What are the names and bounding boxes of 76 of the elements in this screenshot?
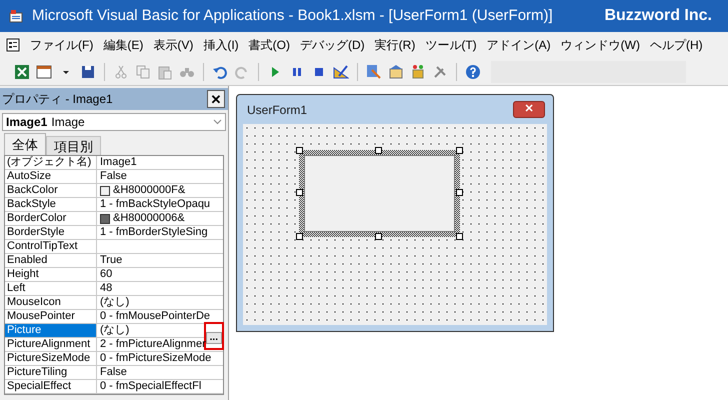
property-value: 0 - fmMousePointerDe bbox=[100, 310, 210, 323]
property-name[interactable]: Left bbox=[5, 282, 97, 295]
property-value: Image1 bbox=[100, 156, 137, 169]
property-value: (なし) bbox=[100, 296, 130, 309]
property-value: (なし) bbox=[100, 324, 130, 337]
resize-handle[interactable] bbox=[375, 147, 382, 154]
resize-handle[interactable] bbox=[375, 233, 382, 240]
property-value: False bbox=[100, 170, 127, 183]
resize-handle[interactable] bbox=[296, 233, 303, 240]
menu-item[interactable]: ファイル(F) bbox=[30, 36, 94, 54]
tab[interactable]: 全体 bbox=[4, 133, 46, 155]
help-icon[interactable] bbox=[465, 64, 481, 80]
toolbox-icon[interactable] bbox=[432, 64, 448, 80]
property-value: 0 - fmPictureSizeMode bbox=[100, 352, 212, 365]
tab[interactable]: 項目別 bbox=[46, 136, 101, 155]
excel-icon[interactable] bbox=[14, 64, 30, 80]
design-icon[interactable] bbox=[333, 64, 349, 80]
property-name[interactable]: SpecialEffect bbox=[5, 380, 97, 393]
chevron-icon bbox=[213, 119, 222, 125]
object-dropdown[interactable]: Image1 Image bbox=[2, 113, 226, 131]
menu-item[interactable]: ヘルプ(H) bbox=[650, 36, 703, 54]
close-button[interactable]: ✕ bbox=[513, 101, 545, 118]
ellipsis-button[interactable]: ... bbox=[206, 332, 222, 344]
property-value: 48 bbox=[100, 282, 112, 295]
property-name[interactable]: MouseIcon bbox=[5, 296, 97, 309]
menu-item[interactable]: 編集(E) bbox=[103, 36, 144, 54]
form-title: UserForm1 bbox=[247, 102, 308, 118]
menu-item[interactable]: ツール(T) bbox=[425, 36, 477, 54]
window-icon[interactable] bbox=[6, 38, 20, 52]
property-value: 1 - fmBackStyleOpaqu bbox=[100, 198, 210, 211]
property-name[interactable]: Enabled bbox=[5, 254, 97, 267]
window-title: Microsoft Visual Basic for Applications - Book1.xlsm - [UserForm1 (UserForm)] bbox=[32, 6, 553, 26]
menu-item[interactable]: 実行(R) bbox=[374, 36, 416, 54]
image-control[interactable] bbox=[299, 150, 460, 237]
menu-item[interactable]: 挿入(I) bbox=[203, 36, 239, 54]
close-button[interactable]: ✕ bbox=[207, 90, 225, 108]
property-name[interactable]: Picture bbox=[5, 324, 97, 337]
panel-title: プロパティ - Image1 bbox=[2, 91, 113, 108]
property-name[interactable]: PictureSizeMode bbox=[5, 352, 97, 365]
resize-handle[interactable] bbox=[296, 147, 303, 154]
property-value: &H8000000F& bbox=[113, 184, 186, 197]
explorer-icon[interactable] bbox=[366, 64, 382, 80]
property-value: False bbox=[100, 366, 127, 379]
property-name[interactable]: ControlTipText bbox=[5, 240, 97, 253]
property-name[interactable]: MousePointer bbox=[5, 310, 97, 323]
property-name[interactable]: Height bbox=[5, 268, 97, 281]
property-name[interactable]: (オブジェクト名) bbox=[5, 156, 97, 169]
property-name[interactable]: BorderStyle bbox=[5, 226, 97, 239]
object-browser-icon[interactable] bbox=[410, 64, 426, 80]
menu-item[interactable]: アドイン(A) bbox=[486, 36, 551, 54]
brand-label: Buzzword Inc. bbox=[604, 6, 713, 26]
resize-handle[interactable] bbox=[456, 147, 463, 154]
resize-handle[interactable] bbox=[456, 233, 463, 240]
object-name: Image1 bbox=[6, 114, 48, 131]
property-value: &H80000006& bbox=[113, 212, 185, 225]
property-name[interactable]: BorderColor bbox=[5, 212, 97, 225]
property-value: 1 - fmBorderStyleSing bbox=[100, 226, 208, 239]
save-icon[interactable] bbox=[80, 64, 96, 80]
app-icon bbox=[8, 8, 24, 24]
property-name[interactable]: BackColor bbox=[5, 184, 97, 197]
menu-item[interactable]: 書式(O) bbox=[248, 36, 290, 54]
property-value: 60 bbox=[100, 268, 112, 281]
form-icon[interactable] bbox=[36, 64, 52, 80]
property-value: 0 - fmSpecialEffectFl bbox=[100, 380, 202, 393]
property-name[interactable]: PictureTiling bbox=[5, 366, 97, 379]
properties-icon[interactable] bbox=[388, 64, 404, 80]
menu-item[interactable]: 表示(V) bbox=[153, 36, 194, 54]
menu-item[interactable]: ウィンドウ(W) bbox=[560, 36, 640, 54]
property-value: True bbox=[100, 254, 122, 267]
object-type: Image bbox=[51, 114, 85, 131]
property-name[interactable]: PictureAlignment bbox=[5, 338, 97, 351]
menu-item[interactable]: デバッグ(D) bbox=[300, 36, 365, 54]
resize-handle[interactable] bbox=[296, 189, 303, 196]
property-name[interactable]: AutoSize bbox=[5, 170, 97, 183]
property-name[interactable]: BackStyle bbox=[5, 198, 97, 211]
resize-handle[interactable] bbox=[456, 189, 463, 196]
